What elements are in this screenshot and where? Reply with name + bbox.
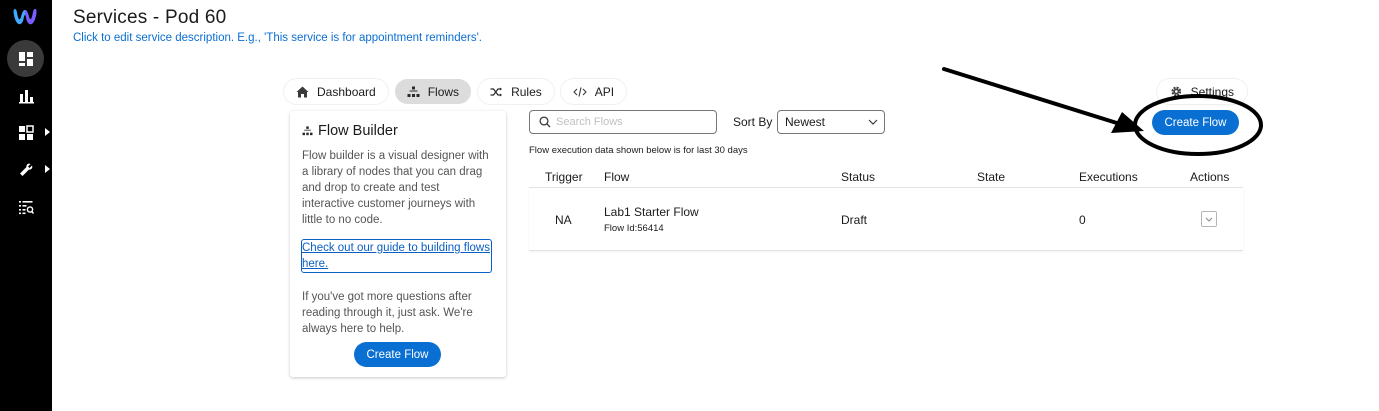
settings-button[interactable]: Settings <box>1157 79 1247 104</box>
flow-tree-icon <box>302 126 313 136</box>
sidebar-item-logs[interactable] <box>7 188 44 225</box>
list-search-icon <box>18 200 34 214</box>
tab-rules[interactable]: Rules <box>478 79 554 104</box>
flow-name[interactable]: Lab1 Starter Flow <box>604 205 699 219</box>
card-create-flow-button[interactable]: Create Flow <box>354 342 441 367</box>
chevron-down-icon <box>868 119 878 125</box>
submenu-caret-icon <box>45 165 50 173</box>
card-description: Flow builder is a visual designer with a… <box>302 150 489 226</box>
page-title: Services - Pod 60 <box>73 7 227 28</box>
sidebar-item-analytics[interactable] <box>7 77 44 114</box>
column-header-state[interactable]: State <box>977 170 1005 184</box>
tab-bar: Dashboard Flows Rules API <box>284 79 627 104</box>
tab-api[interactable]: API <box>560 79 627 104</box>
trigger-cell: NA <box>555 213 572 227</box>
wrench-icon <box>19 163 32 176</box>
service-description[interactable]: Click to edit service description. E.g.,… <box>73 32 482 44</box>
tab-flows[interactable]: Flows <box>394 79 472 104</box>
submenu-caret-icon <box>45 128 50 136</box>
code-icon <box>572 86 587 97</box>
dashboard-icon <box>18 51 33 66</box>
chevron-down-icon <box>1205 217 1213 222</box>
sort-label: Sort By <box>733 115 773 129</box>
sidebar-item-dashboard[interactable] <box>7 40 44 77</box>
home-icon <box>296 86 309 97</box>
status-cell: Draft <box>841 213 868 227</box>
flow-id: Flow Id:56414 <box>604 223 664 234</box>
tab-label: Dashboard <box>317 84 376 99</box>
flow-tree-icon <box>407 86 420 97</box>
tab-label: API <box>594 84 615 99</box>
row-actions-button[interactable] <box>1201 211 1217 227</box>
shuffle-icon <box>490 87 503 96</box>
column-header-trigger[interactable]: Trigger <box>545 170 583 184</box>
search-box[interactable] <box>529 110 717 134</box>
column-header-executions[interactable]: Executions <box>1079 170 1138 184</box>
card-help-text: If you've got more questions after readi… <box>302 291 473 335</box>
column-header-actions: Actions <box>1190 170 1230 184</box>
search-input[interactable] <box>556 116 706 128</box>
flows-table: Trigger Flow Status State Executions Act… <box>529 166 1243 251</box>
annotation-arrow <box>942 67 1122 126</box>
gear-icon <box>1171 86 1182 97</box>
create-flow-button[interactable]: Create Flow <box>1152 110 1239 135</box>
tab-label: Rules <box>511 84 542 99</box>
settings-label: Settings <box>1190 84 1234 99</box>
tab-label: Flows <box>427 84 460 99</box>
search-icon <box>539 116 551 128</box>
card-title: Flow Builder <box>302 123 494 139</box>
table-row[interactable]: NA Lab1 Starter Flow Flow Id:56414 Draft… <box>529 188 1243 251</box>
table-header: Trigger Flow Status State Executions Act… <box>529 166 1243 188</box>
grid-icon <box>18 124 34 140</box>
guide-link[interactable]: Check out our guide to building flows he… <box>301 239 492 273</box>
annotation-arrowhead-icon <box>1111 112 1144 133</box>
sort-value: Newest <box>785 115 826 129</box>
column-header-flow[interactable]: Flow <box>604 170 629 184</box>
sort-dropdown[interactable]: Newest <box>777 110 885 134</box>
executions-cell: 0 <box>1079 213 1086 227</box>
webex-logo-icon[interactable] <box>12 5 38 29</box>
flow-builder-card: Flow Builder Flow builder is a visual de… <box>290 111 506 377</box>
column-header-status[interactable]: Status <box>841 170 875 184</box>
card-title-text: Flow Builder <box>318 123 398 139</box>
tab-dashboard[interactable]: Dashboard <box>284 79 388 104</box>
left-sidebar <box>0 0 52 411</box>
bar-chart-icon <box>18 89 34 103</box>
sidebar-item-apps[interactable] <box>7 114 50 151</box>
sidebar-item-tools[interactable] <box>7 151 50 188</box>
execution-note: Flow execution data shown below is for l… <box>529 145 748 156</box>
